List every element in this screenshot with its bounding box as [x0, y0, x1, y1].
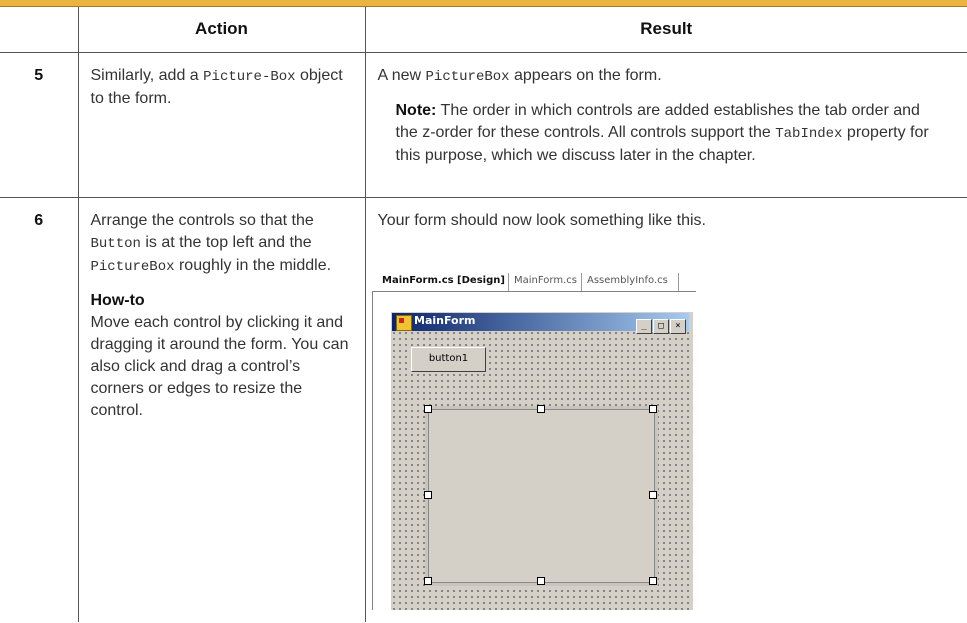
designer-tab-strip: MainForm.cs [Design] MainForm.cs Assembl…	[372, 273, 697, 293]
button1-control[interactable]: button1	[411, 347, 486, 372]
picturebox-control[interactable]	[428, 409, 655, 583]
code-term: Picture-Box	[203, 68, 296, 85]
header-number	[0, 7, 79, 52]
code-term: Button	[90, 235, 141, 252]
step-number: 6	[0, 197, 79, 622]
action-text: Similarly, add a	[90, 66, 204, 84]
step-action: Similarly, add a Picture-Box object to t…	[77, 52, 366, 197]
step-result: A new PictureBox appears on the form. No…	[364, 52, 967, 197]
resize-handle[interactable]	[537, 577, 545, 585]
resize-handle[interactable]	[649, 577, 657, 585]
result-text-part: appears on the form.	[509, 66, 662, 84]
note-block: Note: The order in which controls are ad…	[396, 100, 934, 167]
maximize-icon[interactable]: □	[653, 319, 669, 334]
form-designer-screenshot: MainForm.cs [Design] MainForm.cs Assembl…	[372, 270, 697, 612]
step-number: 5	[0, 52, 79, 197]
action-text: Arrange the controls so that the Button …	[91, 210, 351, 278]
result-text: Your form should now look something like…	[377, 211, 706, 229]
tab-separator	[581, 273, 582, 291]
minimize-icon[interactable]: _	[636, 319, 652, 334]
designer-canvas: MainForm _ □ × button1	[372, 291, 696, 610]
tab-separator	[508, 273, 509, 291]
form-title-bar[interactable]: MainForm _ □ ×	[392, 313, 689, 334]
action-text-part: is at the top left and the	[140, 233, 312, 251]
howto-title: How-to	[90, 291, 145, 309]
step-action: Arrange the controls so that the Button …	[77, 197, 366, 622]
howto-text: Move each control by clicking it and dra…	[90, 313, 349, 419]
resize-handle[interactable]	[424, 491, 432, 499]
action-text-part: Arrange the controls so that the	[90, 211, 314, 229]
result-text: A new PictureBox appears on the form.	[378, 65, 954, 88]
code-term: PictureBox	[90, 258, 175, 275]
resize-handle[interactable]	[537, 405, 545, 413]
action-text-part: roughly in the middle.	[174, 256, 332, 274]
resize-handle[interactable]	[649, 405, 657, 413]
resize-handle[interactable]	[424, 405, 432, 413]
table-header-row: Action Result	[0, 7, 967, 52]
header-action: Action	[77, 7, 366, 52]
note-label: Note:	[395, 101, 437, 119]
result-text-part: A new	[377, 66, 426, 84]
tab-separator	[678, 273, 679, 291]
tab-assemblyinfo[interactable]: AssemblyInfo.cs	[587, 275, 668, 286]
code-term: PictureBox	[425, 68, 510, 85]
tab-design[interactable]: MainForm.cs [Design]	[382, 275, 505, 286]
resize-handle[interactable]	[424, 577, 432, 585]
form-title: MainForm	[414, 314, 476, 327]
form-icon	[396, 315, 412, 331]
tab-code[interactable]: MainForm.cs	[514, 275, 577, 286]
header-result: Result	[364, 7, 967, 52]
window-controls: _ □ ×	[635, 315, 686, 334]
table-row: 5 Similarly, add a Picture-Box object to…	[0, 52, 967, 197]
resize-handle[interactable]	[649, 491, 657, 499]
close-icon[interactable]: ×	[670, 319, 686, 334]
code-term: TabIndex	[775, 125, 843, 142]
